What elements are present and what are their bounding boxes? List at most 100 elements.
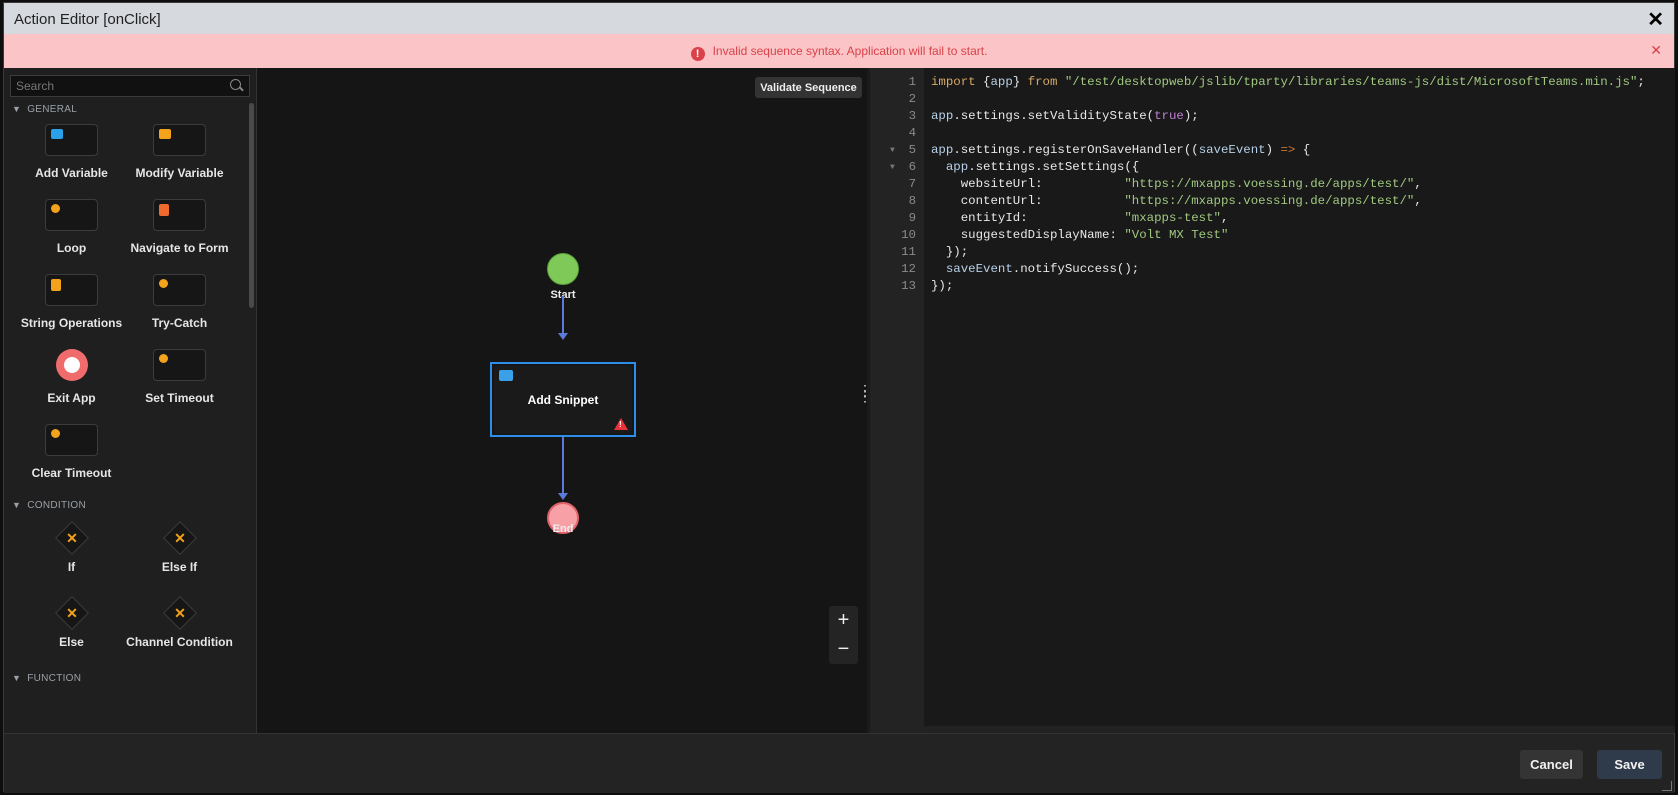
try-catch-icon bbox=[159, 279, 168, 288]
validate-sequence-button[interactable]: Validate Sequence bbox=[755, 77, 862, 98]
code-line[interactable]: 12 saveEvent.notifySuccess(); bbox=[870, 261, 1675, 278]
string-ops-icon bbox=[51, 279, 61, 291]
code-text[interactable]: app.settings.registerOnSaveHandler((save… bbox=[931, 142, 1310, 159]
channel-condition-icon: ✕ bbox=[162, 596, 197, 630]
error-icon: ! bbox=[690, 47, 705, 61]
code-line[interactable]: 9 entityId: "mxapps-test", bbox=[870, 210, 1675, 227]
chevron-down-icon: ▼ bbox=[12, 673, 22, 683]
code-line[interactable]: 10 suggestedDisplayName: "Volt MX Test" bbox=[870, 227, 1675, 244]
cancel-button[interactable]: Cancel bbox=[1520, 750, 1583, 779]
line-number: 7 bbox=[908, 177, 916, 191]
zoom-in-button[interactable]: + bbox=[829, 606, 858, 635]
sequence-canvas[interactable]: Validate Sequence Start Add Snippet ! En… bbox=[257, 68, 867, 733]
action-palette: ▼GENERAL Add Variable Modify Variable Lo… bbox=[4, 68, 257, 733]
section-general[interactable]: ▼ GENERAL bbox=[12, 104, 77, 115]
set-timeout-icon bbox=[159, 354, 168, 363]
code-text[interactable]: entityId: "mxapps-test", bbox=[931, 210, 1229, 227]
line-number: 1 bbox=[908, 75, 916, 89]
footer: Cancel Save bbox=[4, 733, 1674, 793]
action-editor-window: Action Editor [onClick] ✕ ! Invalid seque… bbox=[3, 2, 1675, 793]
code-line[interactable]: 4 bbox=[870, 125, 1675, 142]
chevron-down-icon: ▼ bbox=[12, 104, 22, 114]
fold-arrow-icon[interactable]: ▼ bbox=[890, 142, 895, 159]
code-text[interactable]: contentUrl: "https://mxapps.voessing.de/… bbox=[931, 193, 1422, 210]
code-line[interactable]: 13}); bbox=[870, 278, 1675, 295]
code-text[interactable]: }); bbox=[931, 244, 968, 261]
tool-loop[interactable]: Loop bbox=[14, 199, 129, 255]
window-title: Action Editor [onClick] bbox=[14, 11, 161, 28]
line-number: 13 bbox=[901, 279, 916, 293]
line-number: 12 bbox=[901, 262, 916, 276]
code-text[interactable]: app.settings.setSettings({ bbox=[931, 159, 1139, 176]
code-text[interactable]: saveEvent.notifySuccess(); bbox=[931, 261, 1139, 278]
code-line[interactable]: 5 ▼ app.settings.registerOnSaveHandler((sa… bbox=[870, 142, 1675, 159]
else-if-icon: ✕ bbox=[162, 521, 197, 555]
line-number: 8 bbox=[908, 194, 916, 208]
navigate-form-icon bbox=[159, 204, 169, 216]
palette-scrollbar[interactable] bbox=[249, 103, 254, 308]
tool-try-catch[interactable]: Try-Catch bbox=[122, 274, 237, 330]
snippet-label: Add Snippet bbox=[527, 393, 599, 407]
tool-add-variable[interactable]: Add Variable bbox=[14, 124, 129, 180]
code-text[interactable]: suggestedDisplayName: "Volt MX Test" bbox=[931, 227, 1229, 244]
error-message: Invalid sequence syntax. Application wil… bbox=[712, 44, 988, 58]
tool-channel-condition[interactable]: ✕ Channel Condition bbox=[122, 596, 237, 649]
code-line[interactable]: 2 bbox=[870, 91, 1675, 108]
code-text[interactable]: import {app} from "/test/desktopweb/jsli… bbox=[931, 74, 1645, 91]
code-editor[interactable]: 1 import {app} from "/test/desktopweb/jsl… bbox=[870, 68, 1675, 733]
tool-if[interactable]: ✕ If bbox=[14, 521, 129, 574]
code-text[interactable]: app.settings.setValidityState(true); bbox=[931, 108, 1199, 125]
section-condition[interactable]: ▼ CONDITION bbox=[12, 500, 86, 511]
save-button[interactable]: Save bbox=[1597, 750, 1662, 779]
start-node[interactable] bbox=[547, 253, 579, 285]
arrow-down-icon bbox=[558, 493, 568, 500]
line-number: 4 bbox=[908, 126, 916, 140]
code-line[interactable]: 7 websiteUrl: "https://mxapps.voessing.d… bbox=[870, 176, 1675, 193]
line-number: 2 bbox=[908, 92, 916, 106]
code-text[interactable]: websiteUrl: "https://mxapps.voessing.de/… bbox=[931, 176, 1422, 193]
clear-timeout-icon bbox=[51, 429, 60, 438]
snippet-icon bbox=[499, 370, 513, 381]
fold-arrow-icon[interactable]: ▼ bbox=[890, 159, 895, 176]
tool-else-if[interactable]: ✕ Else If bbox=[122, 521, 237, 574]
loop-icon bbox=[51, 204, 60, 213]
line-number: 10 bbox=[901, 228, 916, 242]
exit-app-icon bbox=[55, 349, 88, 381]
connector-line bbox=[562, 296, 564, 337]
line-number: 9 bbox=[908, 211, 916, 225]
code-line[interactable]: 3 app.settings.setValidityState(true); bbox=[870, 108, 1675, 125]
tool-string-operations[interactable]: String Operations bbox=[14, 274, 129, 330]
connector-line bbox=[562, 437, 564, 495]
if-icon: ✕ bbox=[54, 521, 89, 555]
line-number: 11 bbox=[901, 245, 916, 259]
zoom-controls: + − bbox=[829, 606, 858, 664]
tool-exit-app[interactable]: Exit App bbox=[14, 349, 129, 405]
code-line[interactable]: 1 import {app} from "/test/desktopweb/jsl… bbox=[870, 74, 1675, 91]
error-banner: ! Invalid sequence syntax. Application wi… bbox=[4, 34, 1674, 68]
code-line[interactable]: 8 contentUrl: "https://mxapps.voessing.d… bbox=[870, 193, 1675, 210]
tool-modify-variable[interactable]: Modify Variable bbox=[122, 124, 237, 180]
dismiss-error-icon[interactable]: ✕ bbox=[1650, 42, 1662, 59]
tool-navigate-to-form[interactable]: Navigate to Form bbox=[122, 199, 237, 255]
resize-grip-icon[interactable] bbox=[1662, 781, 1672, 791]
search-icon bbox=[230, 79, 241, 90]
line-number: 3 bbox=[908, 109, 916, 123]
chevron-down-icon: ▼ bbox=[12, 500, 22, 510]
section-function[interactable]: ▼ FUNCTION bbox=[12, 673, 81, 684]
code-line[interactable]: 6 ▼ app.settings.setSettings({ bbox=[870, 159, 1675, 176]
search-input[interactable] bbox=[10, 75, 250, 97]
else-icon: ✕ bbox=[54, 596, 89, 630]
tool-else[interactable]: ✕ Else bbox=[14, 596, 129, 649]
end-label: End bbox=[552, 523, 574, 535]
code-line[interactable]: 11 }); bbox=[870, 244, 1675, 261]
tool-clear-timeout[interactable]: Clear Timeout bbox=[14, 424, 129, 480]
modify-variable-icon bbox=[159, 129, 171, 139]
tool-set-timeout[interactable]: Set Timeout bbox=[122, 349, 237, 405]
code-text[interactable]: }); bbox=[931, 278, 953, 295]
arrow-down-icon bbox=[558, 333, 568, 340]
add-snippet-node[interactable]: Add Snippet ! bbox=[490, 362, 636, 437]
zoom-out-button[interactable]: − bbox=[829, 635, 858, 664]
close-icon[interactable]: ✕ bbox=[1647, 7, 1664, 32]
editor-scrollbar[interactable] bbox=[924, 726, 1675, 733]
add-variable-icon bbox=[51, 129, 63, 139]
